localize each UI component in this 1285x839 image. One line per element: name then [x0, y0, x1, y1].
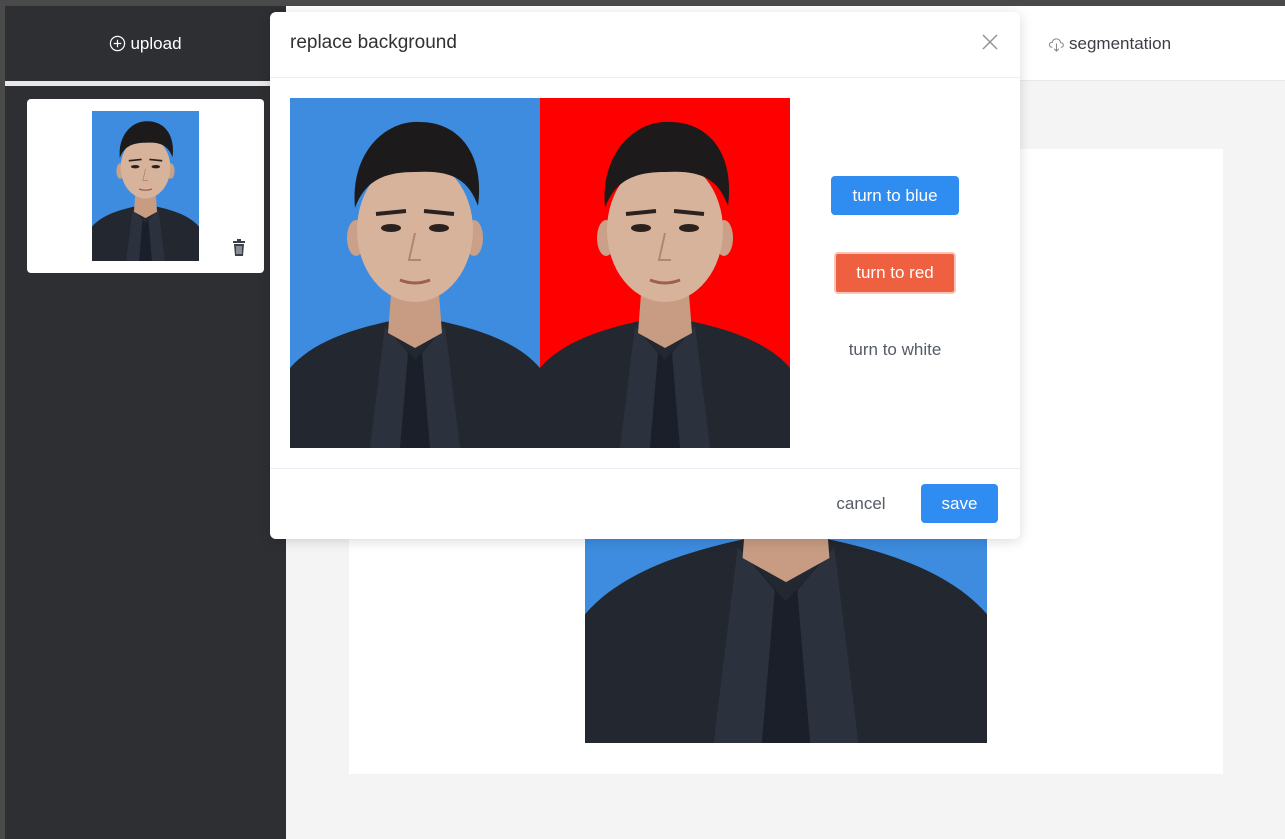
save-button[interactable]: save	[921, 484, 998, 523]
replace-background-dialog: replace background turn to blue turn to …	[270, 12, 1020, 539]
photo-preview	[290, 98, 790, 448]
sidebar: upload	[5, 6, 286, 839]
upload-button[interactable]: upload	[5, 6, 286, 81]
upload-label: upload	[130, 33, 182, 53]
turn-to-red-button[interactable]: turn to red	[834, 252, 956, 294]
image-thumbnail-card[interactable]	[27, 99, 264, 273]
main-photo	[585, 509, 987, 743]
dialog-header: replace background	[270, 12, 1020, 78]
turn-to-white-button[interactable]: turn to white	[831, 330, 959, 369]
cancel-button[interactable]: cancel	[825, 484, 897, 523]
segmentation-button[interactable]: segmentation	[1048, 28, 1171, 60]
turn-to-blue-button[interactable]: turn to blue	[831, 176, 959, 215]
cloud-download-icon	[1048, 37, 1064, 52]
trash-icon[interactable]	[232, 239, 246, 256]
segmentation-label: segmentation	[1069, 34, 1172, 53]
sidebar-divider	[5, 81, 286, 86]
photo-preview-red	[540, 98, 790, 448]
close-icon[interactable]	[981, 33, 999, 51]
dialog-title: replace background	[290, 32, 457, 53]
plus-circle-icon	[110, 35, 126, 52]
dialog-footer-divider	[270, 468, 1020, 469]
photo-original-blue	[290, 98, 540, 448]
thumbnail-photo[interactable]	[92, 111, 199, 261]
